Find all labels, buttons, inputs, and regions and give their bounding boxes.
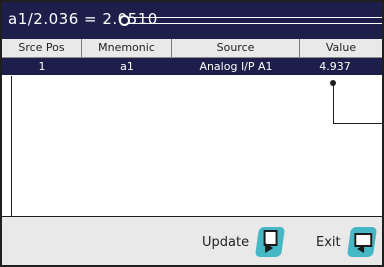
footer-toolbar: Update Exit xyxy=(2,217,382,265)
exit-button[interactable]: Exit xyxy=(316,225,377,259)
left-divider-line xyxy=(11,76,12,216)
update-button[interactable]: Update xyxy=(202,225,286,259)
title-knob xyxy=(119,15,130,26)
update-label: Update xyxy=(202,234,250,250)
cell-srce-pos: 1 xyxy=(38,60,46,73)
cell-source: Analog I/P A1 xyxy=(199,60,273,73)
title-bar: a1/2.036 = 2.0510 xyxy=(2,2,382,39)
col-header-mnemonic[interactable]: Mnemonic xyxy=(82,39,172,57)
exit-label: Exit xyxy=(316,234,341,250)
table-header: Srce Pos Mnemonic Source Value xyxy=(2,39,382,58)
calc-window: a1/2.036 = 2.0510 Srce Pos Mnemonic Sour… xyxy=(0,0,384,267)
table-body xyxy=(2,75,382,217)
value-pointer-line xyxy=(333,83,382,124)
col-header-source[interactable]: Source xyxy=(172,39,300,57)
exit-icon xyxy=(346,227,377,257)
table-row[interactable]: 1 a1 Analog I/P A1 4.937 xyxy=(2,58,382,75)
pointer-dot xyxy=(330,80,336,86)
update-document-icon xyxy=(254,227,286,257)
title-decoration-line xyxy=(126,17,382,24)
col-header-srce-pos[interactable]: Srce Pos xyxy=(2,39,82,57)
cell-value: 4.937 xyxy=(319,60,351,73)
col-header-value[interactable]: Value xyxy=(300,39,382,57)
cell-mnemonic: a1 xyxy=(120,60,134,73)
